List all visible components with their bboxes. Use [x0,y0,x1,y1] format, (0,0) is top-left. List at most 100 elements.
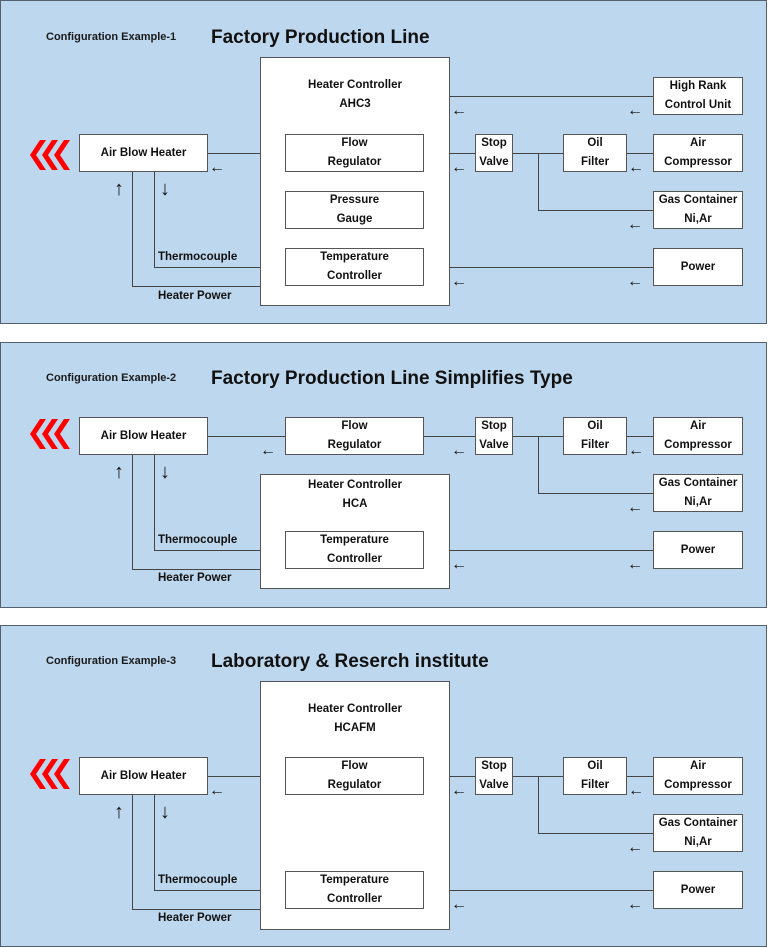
left-arrow-icon: ← [451,102,467,119]
heater-power-label: Heater Power [158,290,232,302]
connector-line [208,436,285,437]
gas-container-box: Gas Container Ni,Ar [653,474,743,512]
air-blow-heater-box: Air Blow Heater [79,134,208,172]
connector-line [538,436,539,493]
air-blow-heater-box: Air Blow Heater [79,417,208,455]
output-chevrons-icon [30,140,70,170]
left-arrow-icon: ← [451,896,467,913]
heater-power-line [132,795,133,909]
left-arrow-icon: ← [627,556,643,573]
temperature-controller-box: Temperature Controller [285,531,424,569]
oil-filter-box: Oil Filter [563,757,627,795]
left-arrow-icon: ← [627,896,643,913]
left-arrow-icon: ← [451,273,467,290]
left-arrow-icon: ← [209,782,225,799]
left-arrow-icon: ← [627,102,643,119]
panel-example-1: Configuration Example-1 Factory Producti… [0,0,767,324]
connector-line [450,153,475,154]
panel-subtitle: Configuration Example-2 [46,372,177,384]
controller-label: Heater Controller HCAFM [308,703,402,734]
thermocouple-line [154,890,260,891]
left-arrow-icon: ← [628,442,644,459]
pressure-gauge-box: Pressure Gauge [285,191,424,229]
thermocouple-label: Thermocouple [158,251,238,263]
flow-regulator-box: Flow Regulator [285,134,424,172]
air-blow-heater-label: Air Blow Heater [100,146,187,159]
temperature-controller-box: Temperature Controller [285,871,424,909]
power-box: Power [653,531,743,569]
air-compressor-box: Air Compressor [653,417,743,455]
power-box: Power [653,248,743,286]
air-blow-heater-box: Air Blow Heater [79,757,208,795]
panel-example-3: Configuration Example-3 Laboratory & Res… [0,625,767,947]
connector-line [538,833,653,834]
connector-line [538,153,539,210]
thermocouple-label: Thermocouple [158,534,238,546]
controller-label: Heater Controller AHC3 [308,79,402,110]
panel-title: Laboratory & Reserch institute [211,651,489,672]
heater-power-label: Heater Power [158,572,232,584]
panel-title: Factory Production Line [211,27,430,48]
left-arrow-icon: ← [627,216,643,233]
left-arrow-icon: ← [451,782,467,799]
heater-power-line [132,569,260,570]
heater-power-line [132,286,260,287]
thermocouple-line [154,795,155,890]
down-arrow-icon: ↓ [160,461,170,483]
connector-line [450,550,653,551]
left-arrow-icon: ← [628,782,644,799]
left-arrow-icon: ← [209,159,225,176]
left-arrow-icon: ← [260,442,276,459]
gas-container-box: Gas Container Ni,Ar [653,814,743,852]
connector-line [424,436,475,437]
connector-line [627,436,653,437]
connector-line [450,890,653,891]
oil-filter-box: Oil Filter [563,417,627,455]
panel-subtitle: Configuration Example-1 [46,31,177,43]
gas-container-box: Gas Container Ni,Ar [653,191,743,229]
left-arrow-icon: ← [628,159,644,176]
connector-line [450,776,475,777]
panel-title: Factory Production Line Simplifies Type [211,368,573,389]
connector-line [208,776,260,777]
up-arrow-icon: ↑ [114,178,124,200]
left-arrow-icon: ← [627,499,643,516]
thermocouple-line [154,172,155,267]
stop-valve-box: Stop Valve [475,757,513,795]
left-arrow-icon: ← [627,273,643,290]
heater-power-line [132,172,133,286]
heater-power-label: Heater Power [158,912,232,924]
connector-line [450,96,653,97]
air-compressor-box: Air Compressor [653,757,743,795]
stop-valve-box: Stop Valve [475,134,513,172]
up-arrow-icon: ↑ [114,801,124,823]
connector-line [627,776,653,777]
connector-line [627,153,653,154]
thermocouple-line [154,550,260,551]
heater-power-line [132,455,133,569]
connector-line [538,493,653,494]
flow-regulator-box: Flow Regulator [285,757,424,795]
high-rank-control-unit-box: High Rank Control Unit [653,77,743,115]
flow-regulator-box: Flow Regulator [285,417,424,455]
down-arrow-icon: ↓ [160,801,170,823]
left-arrow-icon: ← [451,159,467,176]
up-arrow-icon: ↑ [114,461,124,483]
connector-line [538,210,653,211]
thermocouple-label: Thermocouple [158,874,238,886]
down-arrow-icon: ↓ [160,178,170,200]
heater-power-line [132,909,260,910]
oil-filter-box: Oil Filter [563,134,627,172]
power-box: Power [653,871,743,909]
temperature-controller-box: Temperature Controller [285,248,424,286]
left-arrow-icon: ← [451,442,467,459]
connector-line [208,153,260,154]
panel-subtitle: Configuration Example-3 [46,655,177,667]
thermocouple-line [154,455,155,550]
connector-line [538,776,539,833]
output-chevrons-icon [30,759,70,789]
connector-line [450,267,653,268]
panel-example-2: Configuration Example-2 Factory Producti… [0,342,767,608]
left-arrow-icon: ← [627,839,643,856]
thermocouple-line [154,267,260,268]
